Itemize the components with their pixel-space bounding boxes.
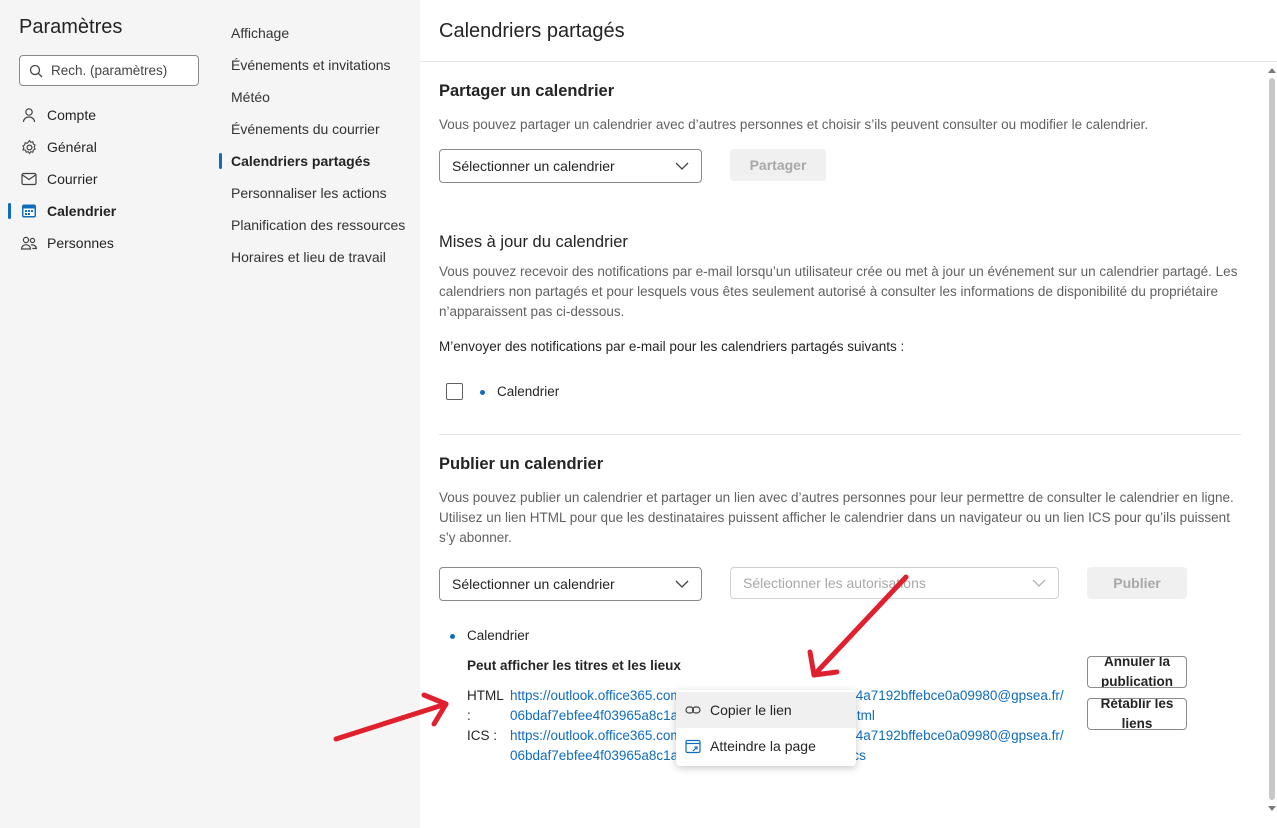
publish-description: Vous pouvez publier un calendrier et par…	[439, 490, 1234, 545]
settings-search-box[interactable]	[19, 55, 199, 86]
nav-item-calendrier[interactable]: Calendrier	[0, 195, 218, 227]
settings-nav: Paramètres Compte Général Courrier Calen…	[0, 0, 218, 828]
subnav-item-evenements-invitations[interactable]: Événements et invitations	[218, 49, 420, 81]
updates-description: Vous pouvez recevoir des notifications p…	[439, 264, 1238, 319]
publish-heading: Publier un calendrier	[439, 455, 604, 473]
ics-link-label: ICS :	[467, 728, 498, 743]
menu-item-label: Atteindre la page	[710, 738, 816, 754]
nav-item-compte[interactable]: Compte	[0, 99, 218, 131]
subnav-item-personnaliser-actions[interactable]: Personnaliser les actions	[218, 177, 420, 209]
published-calendar-dot	[450, 634, 455, 639]
calendar-icon	[20, 202, 38, 220]
nav-item-label: Compte	[47, 107, 97, 123]
nav-item-label: Personnes	[47, 235, 114, 251]
subnav-item-calendriers-partages[interactable]: Calendriers partagés	[218, 145, 420, 177]
dropdown-value: Sélectionner un calendrier	[452, 576, 615, 592]
scrollbar-thumb[interactable]	[1269, 78, 1275, 800]
scroll-down-icon[interactable]	[1268, 806, 1276, 812]
chevron-down-icon	[675, 162, 689, 170]
section-divider	[439, 434, 1241, 435]
share-calendar-dropdown[interactable]: Sélectionner un calendrier	[439, 149, 702, 183]
chevron-down-icon	[675, 580, 689, 588]
publish-button[interactable]: Publier	[1087, 567, 1187, 599]
nav-item-label: Calendrier	[47, 203, 117, 219]
open-page-icon	[684, 737, 702, 755]
chevron-down-icon	[1032, 579, 1046, 587]
reset-links-button[interactable]: Rétablir les liens	[1087, 698, 1187, 730]
publish-calendar-dropdown[interactable]: Sélectionner un calendrier	[439, 567, 702, 601]
published-permission-label: Peut afficher les titres et les lieux	[467, 658, 681, 673]
share-heading: Partager un calendrier	[439, 82, 615, 100]
notify-calendar-label: Calendrier	[497, 384, 560, 399]
published-calendar-name: Calendrier	[467, 628, 530, 643]
gear-icon	[20, 138, 38, 156]
settings-search-input[interactable]	[51, 63, 191, 78]
nav-item-courrier[interactable]: Courrier	[0, 163, 218, 195]
link-icon	[684, 701, 702, 719]
people-icon	[20, 234, 38, 252]
nav-item-general[interactable]: Général	[0, 131, 218, 163]
nav-item-personnes[interactable]: Personnes	[0, 227, 218, 259]
html-link-label: HTML :	[467, 688, 504, 723]
share-description: Vous pouvez partager un calendrier avec …	[439, 117, 1149, 132]
subnav-item-planification-ressources[interactable]: Planification des ressources	[218, 209, 420, 241]
nav-item-label: Courrier	[47, 171, 98, 187]
content-scrollbar[interactable]	[1266, 62, 1277, 828]
nav-item-label: Général	[47, 139, 97, 155]
copy-link-menu-item[interactable]: Copier le lien	[676, 692, 856, 728]
link-context-menu: Copier le lien Atteindre la page	[676, 690, 856, 766]
dropdown-value: Sélectionner un calendrier	[452, 158, 615, 174]
subnav-item-horaires-lieu[interactable]: Horaires et lieu de travail	[218, 241, 420, 273]
calendar-notify-checkbox[interactable]	[446, 383, 463, 400]
subnav-item-meteo[interactable]: Météo	[218, 81, 420, 113]
mail-icon	[20, 170, 38, 188]
open-page-menu-item[interactable]: Atteindre la page	[676, 728, 856, 764]
share-button[interactable]: Partager	[730, 149, 826, 181]
notify-label: M’envoyer des notifications par e-mail p…	[439, 339, 905, 354]
subnav-item-evenements-courrier[interactable]: Événements du courrier	[218, 113, 420, 145]
search-icon	[29, 64, 43, 77]
settings-title: Paramètres	[19, 16, 123, 38]
person-icon	[20, 106, 38, 124]
header-divider	[420, 61, 1277, 62]
subnav-item-affichage[interactable]: Affichage	[218, 17, 420, 49]
scroll-up-icon[interactable]	[1268, 67, 1276, 73]
publish-permissions-dropdown[interactable]: Sélectionner les autorisations	[730, 567, 1059, 599]
unpublish-button[interactable]: Annuler la publication	[1087, 656, 1187, 688]
page-title: Calendriers partagés	[439, 20, 625, 42]
calendar-settings-subnav: Affichage Événements et invitations Mété…	[218, 0, 420, 828]
updates-heading: Mises à jour du calendrier	[439, 233, 628, 251]
menu-item-label: Copier le lien	[710, 702, 792, 718]
calendar-color-dot	[480, 390, 485, 395]
dropdown-value: Sélectionner les autorisations	[743, 575, 926, 591]
